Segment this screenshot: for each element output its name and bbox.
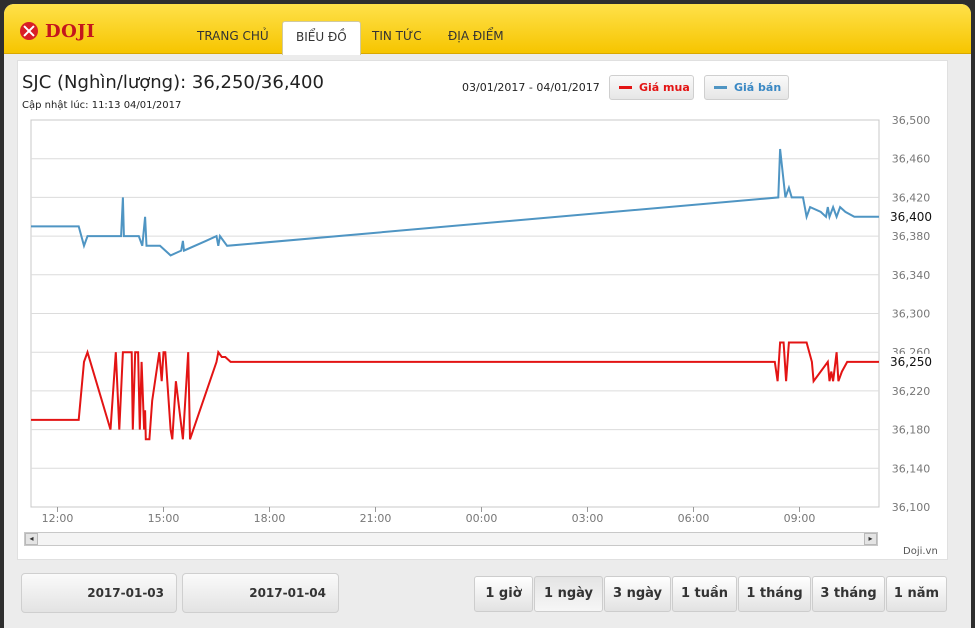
y-tick-label: 36,220 bbox=[892, 385, 931, 398]
period-button[interactable]: 3 ngày bbox=[604, 576, 671, 612]
y-tick-label: 36,340 bbox=[892, 269, 931, 282]
credit-text: Doji.vn bbox=[903, 546, 938, 557]
x-tick-label: 12:00 bbox=[42, 512, 74, 525]
y-tick-label: 36,180 bbox=[892, 424, 931, 437]
date-end-button[interactable]: 2017-01-04 bbox=[182, 573, 339, 613]
y-tick-label: 36,140 bbox=[892, 462, 931, 475]
period-button[interactable]: 3 tháng bbox=[812, 576, 885, 612]
period-button[interactable]: 1 giờ bbox=[474, 576, 533, 612]
chart-scrollbar[interactable]: ◂ ▸ bbox=[24, 532, 878, 546]
y-tick-label: 36,380 bbox=[892, 230, 931, 243]
period-button[interactable]: 1 ngày bbox=[534, 576, 603, 612]
period-button[interactable]: 1 tháng bbox=[738, 576, 811, 612]
y-axis: 36,10036,14036,18036,22036,26036,30036,3… bbox=[892, 114, 931, 514]
period-button[interactable]: 1 năm bbox=[886, 576, 947, 612]
x-tick-label: 06:00 bbox=[678, 512, 710, 525]
x-tick-label: 09:00 bbox=[784, 512, 816, 525]
y-tick-label: 36,460 bbox=[892, 153, 931, 166]
x-tick-label: 18:00 bbox=[254, 512, 286, 525]
y-tick-label: 36,300 bbox=[892, 308, 931, 321]
scroll-left-icon[interactable]: ◂ bbox=[25, 533, 38, 545]
scroll-right-icon[interactable]: ▸ bbox=[864, 533, 877, 545]
y-tick-label: 36,500 bbox=[892, 114, 931, 127]
last-value-label: 36,250 bbox=[890, 355, 932, 369]
x-tick-label: 15:00 bbox=[148, 512, 180, 525]
period-button[interactable]: 1 tuần bbox=[672, 576, 737, 612]
y-tick-label: 36,100 bbox=[892, 501, 931, 514]
x-tick-label: 03:00 bbox=[572, 512, 604, 525]
x-tick-label: 00:00 bbox=[466, 512, 498, 525]
date-start-button[interactable]: 2017-01-03 bbox=[21, 573, 177, 613]
x-tick-label: 21:00 bbox=[360, 512, 392, 525]
y-tick-label: 36,420 bbox=[892, 191, 931, 204]
last-value-label: 36,400 bbox=[890, 210, 932, 224]
x-axis: 12:00 15:00 18:00 21:00 00:00 03:00 06:00 09:00 bbox=[42, 507, 816, 525]
